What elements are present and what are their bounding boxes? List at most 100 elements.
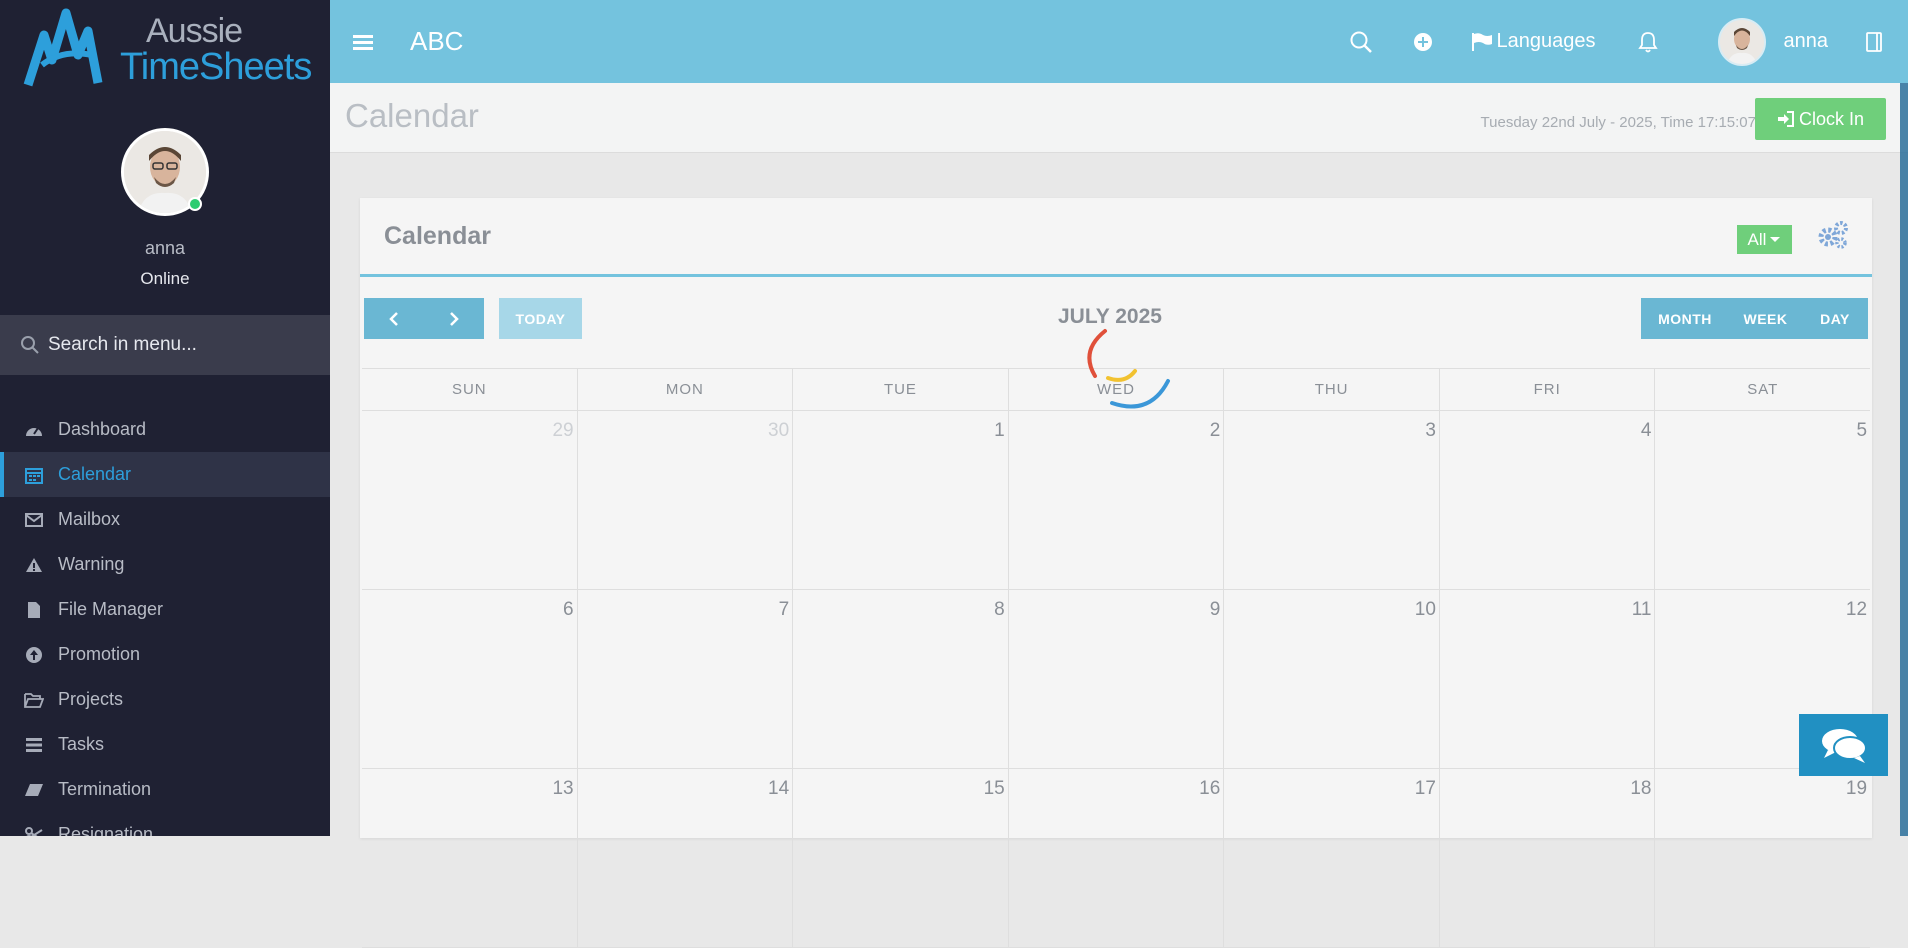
eraser-icon [22,780,46,800]
day-number: 3 [1425,420,1436,441]
calendar-day-cell[interactable]: 11 [1438,590,1655,768]
folder-open-icon [22,690,46,710]
today-button[interactable]: TODAY [499,298,582,339]
languages-dropdown[interactable]: Languages [1471,30,1596,53]
sidebar-item-calendar[interactable]: Calendar [0,452,330,497]
sidebar-item-termination[interactable]: Termination [0,767,330,812]
calendar-day-cell[interactable]: 4 [1438,411,1655,589]
day-number: 7 [778,599,790,620]
day-number: 18 [1630,778,1652,799]
calendar-week-row: 6 7 8 9 10 11 12 [362,590,1870,769]
gears-icon[interactable] [1817,220,1849,255]
search-icon[interactable] [1349,30,1373,54]
prev-month-button[interactable] [364,298,424,339]
calendar-week-row: 13 14 15 16 17 18 19 [362,769,1870,948]
day-number: 6 [563,599,574,620]
calendar-day-cell[interactable]: 17 [1223,769,1439,947]
online-status-dot [188,197,202,211]
sidebar-item-promotion[interactable]: Promotion [0,632,330,677]
calendar-day-cell[interactable]: 2 [1007,411,1224,589]
day-view-button[interactable]: DAY [1802,298,1868,339]
calendar-day-cell[interactable]: 30 [576,411,793,589]
sidebar-item-tasks[interactable]: Tasks [0,722,330,767]
calendar-day-cell[interactable]: 7 [576,590,793,768]
calendar-day-cell[interactable]: 10 [1223,590,1439,768]
day-number: 10 [1414,599,1436,620]
languages-label: Languages [1496,30,1596,52]
calendar-day-cell[interactable]: 15 [792,769,1008,947]
calendar-day-cell[interactable]: 18 [1438,769,1655,947]
sign-in-icon [1777,111,1794,127]
day-number: 5 [1856,420,1868,441]
card-title: Calendar [384,222,491,250]
sidebar-item-projects[interactable]: Projects [0,677,330,722]
day-number: 17 [1414,778,1436,799]
brand-line2: TimeSheets [120,46,312,88]
day-number: 13 [552,778,574,799]
sidebar-item-mailbox[interactable]: Mailbox [0,497,330,542]
calendar-day-cell[interactable]: 19 [1654,769,1870,947]
avatar[interactable] [121,128,209,216]
calendar-day-cell[interactable]: 16 [1007,769,1224,947]
dashboard-icon [22,420,46,440]
hamburger-menu-icon[interactable] [352,34,374,50]
menu-search-placeholder: Search in menu... [48,334,197,355]
sidebar-item-dashboard[interactable]: Dashboard [0,407,330,452]
calendar-day-cell[interactable]: 13 [362,769,577,947]
bell-icon[interactable] [1637,31,1658,53]
day-number: 8 [994,599,1005,620]
sidebar-item-label: Resignation [58,824,154,836]
chat-button[interactable] [1799,714,1888,776]
calendar-day-cell[interactable]: 5 [1654,411,1870,589]
calendar-day-cell[interactable]: 8 [792,590,1008,768]
calendar-day-cell[interactable]: 6 [362,590,577,768]
sidebar-item-label: Dashboard [58,419,147,439]
scrollbar[interactable] [1900,83,1908,836]
day-number: 14 [768,778,790,799]
weekday-header: TUE [792,369,1008,410]
next-month-button[interactable] [424,298,484,339]
calendar-day-cell[interactable]: 29 [362,411,577,589]
user-name[interactable]: anna [1784,30,1829,53]
plus-circle-icon[interactable] [1413,32,1433,52]
month-view-button[interactable]: MONTH [1641,298,1729,339]
sidebar-item-label: Tasks [58,734,105,754]
sidebar-item-label: Calendar [58,464,132,484]
filter-label: All [1747,229,1767,249]
day-number: 12 [1845,599,1868,620]
sidebar-item-label: File Manager [58,599,164,619]
day-number: 2 [1209,420,1221,441]
calendar-day-cell[interactable]: 1 [792,411,1008,589]
menu-search-input[interactable]: Search in menu... [0,315,330,375]
user-avatar[interactable] [1717,17,1766,66]
brand-line1: Aussie [146,12,243,50]
clock-in-button[interactable]: Clock In [1755,98,1886,140]
flag-icon [1471,32,1492,51]
weekday-header: MON [576,369,793,410]
day-number: 29 [552,420,574,441]
arrow-up-circle-icon [22,645,46,665]
weekday-header: SAT [1654,369,1870,410]
page-title: Calendar [345,97,479,134]
week-view-button[interactable]: WEEK [1729,298,1802,339]
clock-in-label: Clock In [1798,108,1865,129]
sidebar-item-label: Warning [58,554,125,574]
sidebar-item-file-manager[interactable]: File Manager [0,587,330,632]
brand-logo[interactable]: Aussie TimeSheets [0,0,330,100]
calendar-day-cell[interactable]: 14 [576,769,793,947]
day-number: 16 [1199,778,1221,799]
tasks-icon [22,735,46,755]
app-title: ABC [410,26,464,56]
filter-dropdown-button[interactable]: All [1737,225,1792,254]
sidebar-item-resignation[interactable]: Resignation [0,812,330,836]
sidebar-item-warning[interactable]: Warning [0,542,330,587]
file-icon [22,600,46,620]
day-number: 19 [1845,778,1868,799]
calendar-grid: SUN MON TUE WED THU FRI SAT 29 30 1 2 3 4 5 6 7 8… [362,368,1870,948]
calendar-day-cell[interactable]: 9 [1007,590,1224,768]
sidebar-toggle-icon[interactable] [1866,31,1882,52]
calendar-icon [22,465,46,485]
search-icon [21,336,39,354]
calendar-day-cell[interactable]: 3 [1223,411,1439,589]
scissors-icon [22,825,46,836]
